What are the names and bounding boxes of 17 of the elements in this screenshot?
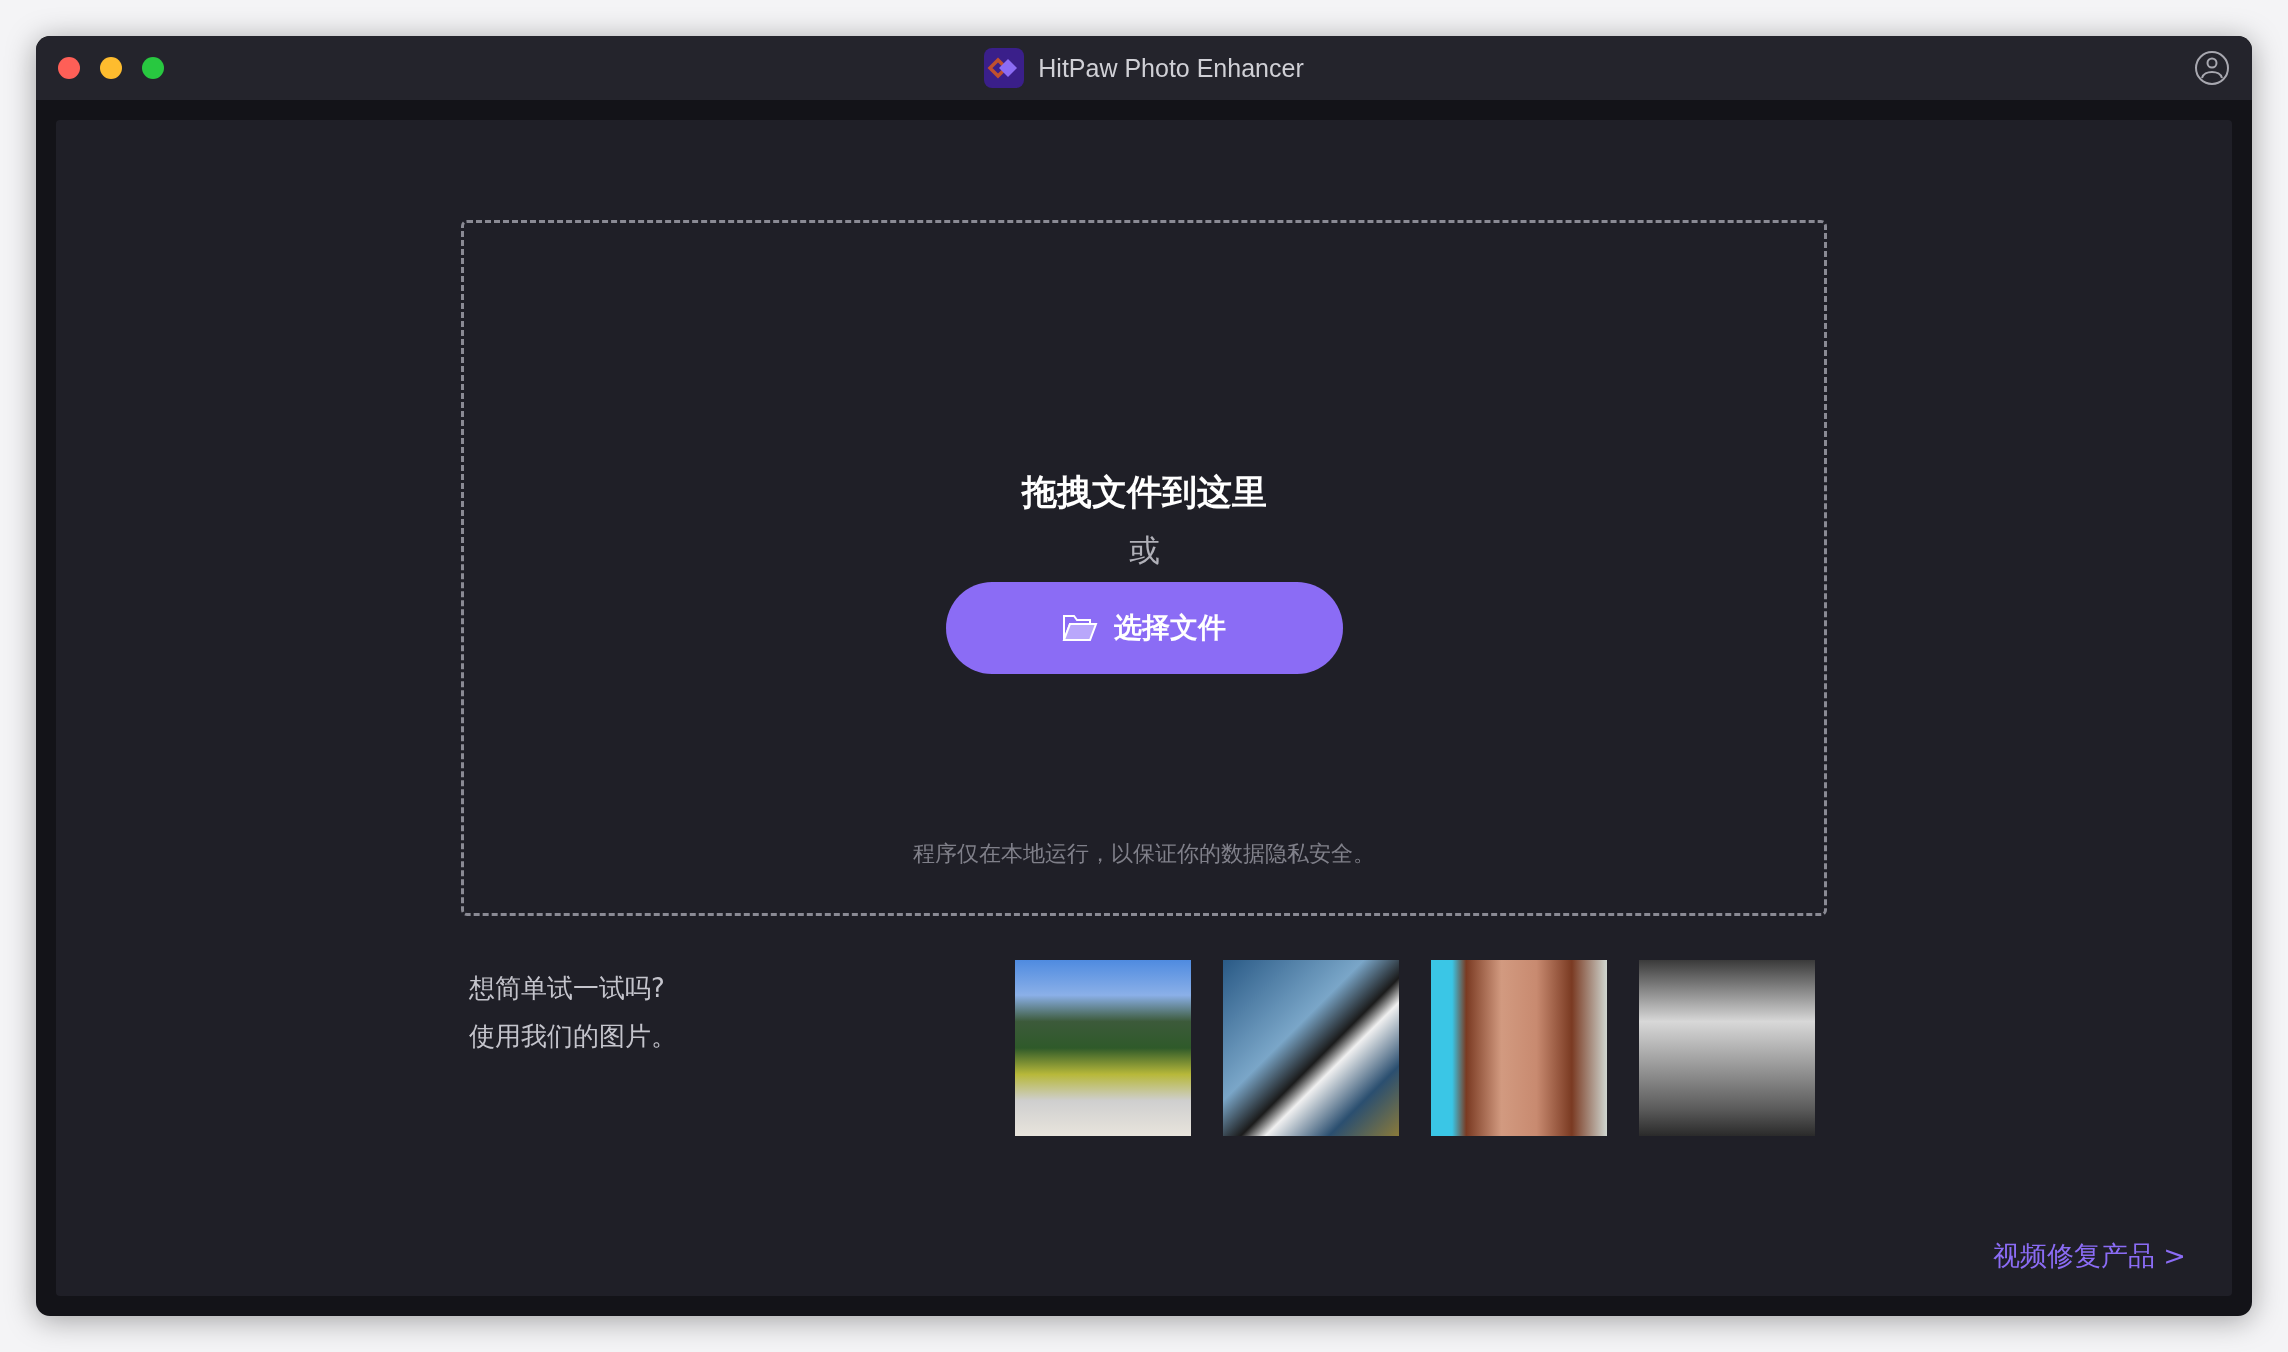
video-repair-link[interactable]: 视频修复产品 >	[1992, 1238, 2186, 1274]
user-account-icon[interactable]	[2194, 50, 2230, 86]
privacy-note: 程序仅在本地运行，以保证你的数据隐私安全。	[913, 840, 1375, 868]
window-title: HitPaw Photo Enhancer	[1038, 53, 1304, 83]
sample-prompt-text: 使用我们的图片。	[469, 1020, 677, 1053]
choose-file-button[interactable]: 选择文件	[945, 582, 1343, 674]
sample-photo-placeholder[interactable]	[1015, 960, 1191, 1136]
close-button[interactable]	[58, 57, 80, 79]
or-label: 或	[1128, 531, 1160, 570]
sample-prompt-text: 想简单试一试吗?	[469, 972, 666, 1005]
sample-photo-placeholder[interactable]	[1223, 960, 1399, 1136]
minimize-button[interactable]	[100, 57, 122, 79]
app-logo-icon	[984, 48, 1025, 88]
sample-photo-placeholder[interactable]	[1639, 960, 1815, 1136]
folder-icon	[1062, 614, 1098, 642]
zoom-button[interactable]	[142, 57, 164, 79]
drop-heading: 拖拽文件到这里	[1021, 471, 1267, 514]
